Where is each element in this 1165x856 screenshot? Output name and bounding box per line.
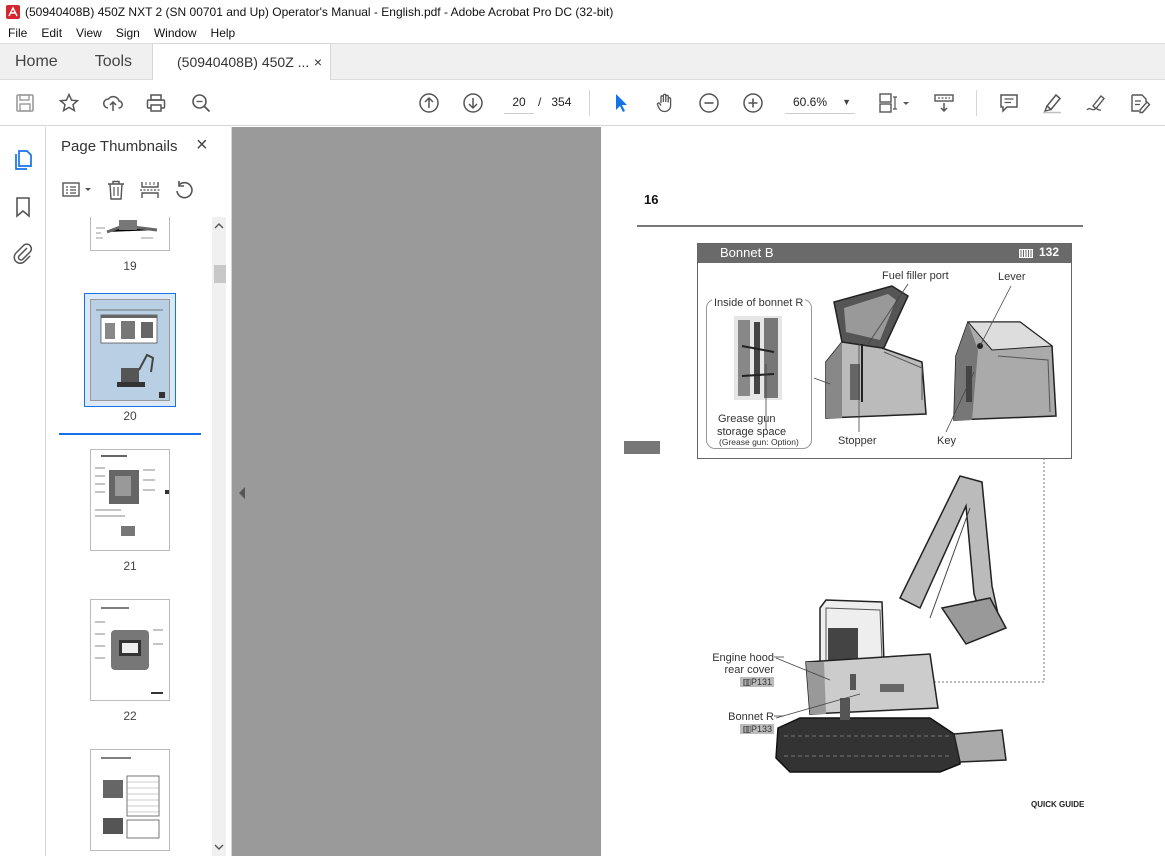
menu-help[interactable]: Help (204, 26, 243, 40)
bonnet-r-pointer (774, 715, 784, 717)
menu-window[interactable]: Window (147, 26, 204, 40)
menu-file[interactable]: File (0, 26, 34, 40)
tab-bar: Home Tools (50940408B) 450Z ... × (0, 43, 1165, 80)
menu-edit[interactable]: Edit (34, 26, 69, 40)
thumbnail-page[interactable] (90, 599, 170, 701)
scroll-down-icon[interactable] (212, 840, 226, 854)
edit-pdf-icon[interactable] (1128, 91, 1152, 115)
toolbar (0, 80, 1165, 126)
tab-home[interactable]: Home (0, 44, 73, 80)
panel-close-icon[interactable]: × (196, 135, 208, 155)
excavator-image (775, 475, 1008, 773)
zoom-in-icon[interactable] (741, 91, 765, 115)
thumbnail-page[interactable] (90, 217, 170, 251)
thumbnail-page[interactable] (90, 749, 170, 851)
thumbnail-page-current[interactable] (90, 299, 170, 401)
zoom-value: 60.6% (793, 95, 828, 109)
page-rule (637, 225, 1083, 227)
search-icon[interactable] (189, 91, 213, 115)
panel-tools (60, 177, 204, 203)
scroll-mode-icon[interactable] (932, 91, 956, 115)
page-down-icon[interactable] (461, 91, 485, 115)
bonnet-r-label: Bonnet R (728, 711, 774, 723)
zoom-caret-icon: ▼ (842, 97, 851, 107)
print-icon[interactable] (144, 91, 168, 115)
thumbnail-list: 19 20 21 22 (46, 217, 216, 856)
thumbnail-label: 19 (123, 259, 137, 273)
bonnet-r-ref: ▥P133 (740, 724, 774, 734)
menu-sign[interactable]: Sign (109, 26, 147, 40)
bonnet-r-annotation: Bonnet R ▥P133 (700, 711, 774, 735)
thumbnails-panel: Page Thumbnails × 19 20 21 22 (46, 127, 232, 856)
tab-document-label: (50940408B) 450Z ... (177, 54, 310, 70)
bookmark-icon[interactable] (11, 195, 35, 219)
thumbnail-options-icon[interactable] (60, 178, 96, 202)
title-bar: (50940408B) 450Z NXT 2 (SN 00701 and Up)… (0, 0, 1165, 23)
page-footer: QUICK GUIDE (1031, 800, 1085, 809)
engine-hood-pointer (774, 656, 784, 658)
page-number: 16 (644, 192, 659, 207)
thumbnail-scrollbar[interactable] (212, 217, 226, 856)
highlight-icon[interactable] (1040, 91, 1064, 115)
hand-icon[interactable] (653, 91, 677, 115)
scrollbar-thumb[interactable] (214, 265, 226, 283)
engine-hood-annotation: Engine hood rear cover ▥P131 (700, 652, 774, 688)
panel-title: Page Thumbnails (61, 138, 178, 155)
page-separator: / (538, 95, 542, 109)
menu-bar: File Edit View Sign Window Help (0, 23, 1165, 43)
page-number-input[interactable]: 20 (504, 90, 534, 114)
collapse-panel-icon[interactable] (238, 486, 246, 500)
thumbnail-label: 22 (123, 709, 137, 723)
tab-document[interactable]: (50940408B) 450Z ... × (152, 43, 331, 80)
attachment-icon[interactable] (11, 241, 35, 265)
select-cursor-icon[interactable] (609, 91, 633, 115)
zoom-out-icon[interactable] (697, 91, 721, 115)
page-total: / 354 (538, 90, 571, 114)
menu-view[interactable]: View (69, 26, 109, 40)
bookmark-star-icon[interactable] (57, 91, 81, 115)
fit-page-caret-icon[interactable] (901, 91, 911, 115)
engine-hood-label-2: rear cover (724, 664, 774, 676)
delete-icon[interactable] (102, 178, 130, 202)
callout-lines (765, 283, 1012, 433)
scroll-up-icon[interactable] (212, 219, 226, 233)
acrobat-icon (6, 4, 20, 19)
thumbnail-drop-indicator (59, 433, 201, 435)
fit-page-icon[interactable] (876, 91, 900, 115)
page-up-icon[interactable] (417, 91, 441, 115)
section-tab (624, 441, 660, 454)
engine-hood-label-1: Engine hood (712, 652, 774, 664)
thumbnail-label: 20 (123, 409, 137, 423)
engine-hood-ref: ▥P131 (740, 677, 774, 687)
upload-icon[interactable] (101, 91, 125, 115)
rotate-icon[interactable] (170, 178, 198, 202)
tab-tools[interactable]: Tools (73, 44, 147, 80)
save-icon[interactable] (13, 91, 37, 115)
left-rail (0, 127, 46, 856)
tab-close-icon[interactable]: × (314, 44, 322, 80)
thumbnail-page[interactable] (90, 449, 170, 551)
thumbnail-label: 21 (123, 559, 137, 573)
bonnet-b-panel: Bonnet B 132 Inside of bonnet R Grease g… (697, 243, 1072, 459)
extract-pages-icon[interactable] (136, 178, 164, 202)
zoom-select[interactable]: 60.6% ▼ (785, 90, 855, 114)
sign-icon[interactable] (1084, 91, 1108, 115)
page-thumbnails-icon[interactable] (11, 148, 35, 172)
window-title: (50940408B) 450Z NXT 2 (SN 00701 and Up)… (25, 4, 614, 19)
total-pages: 354 (551, 95, 572, 109)
comment-icon[interactable] (997, 91, 1021, 115)
